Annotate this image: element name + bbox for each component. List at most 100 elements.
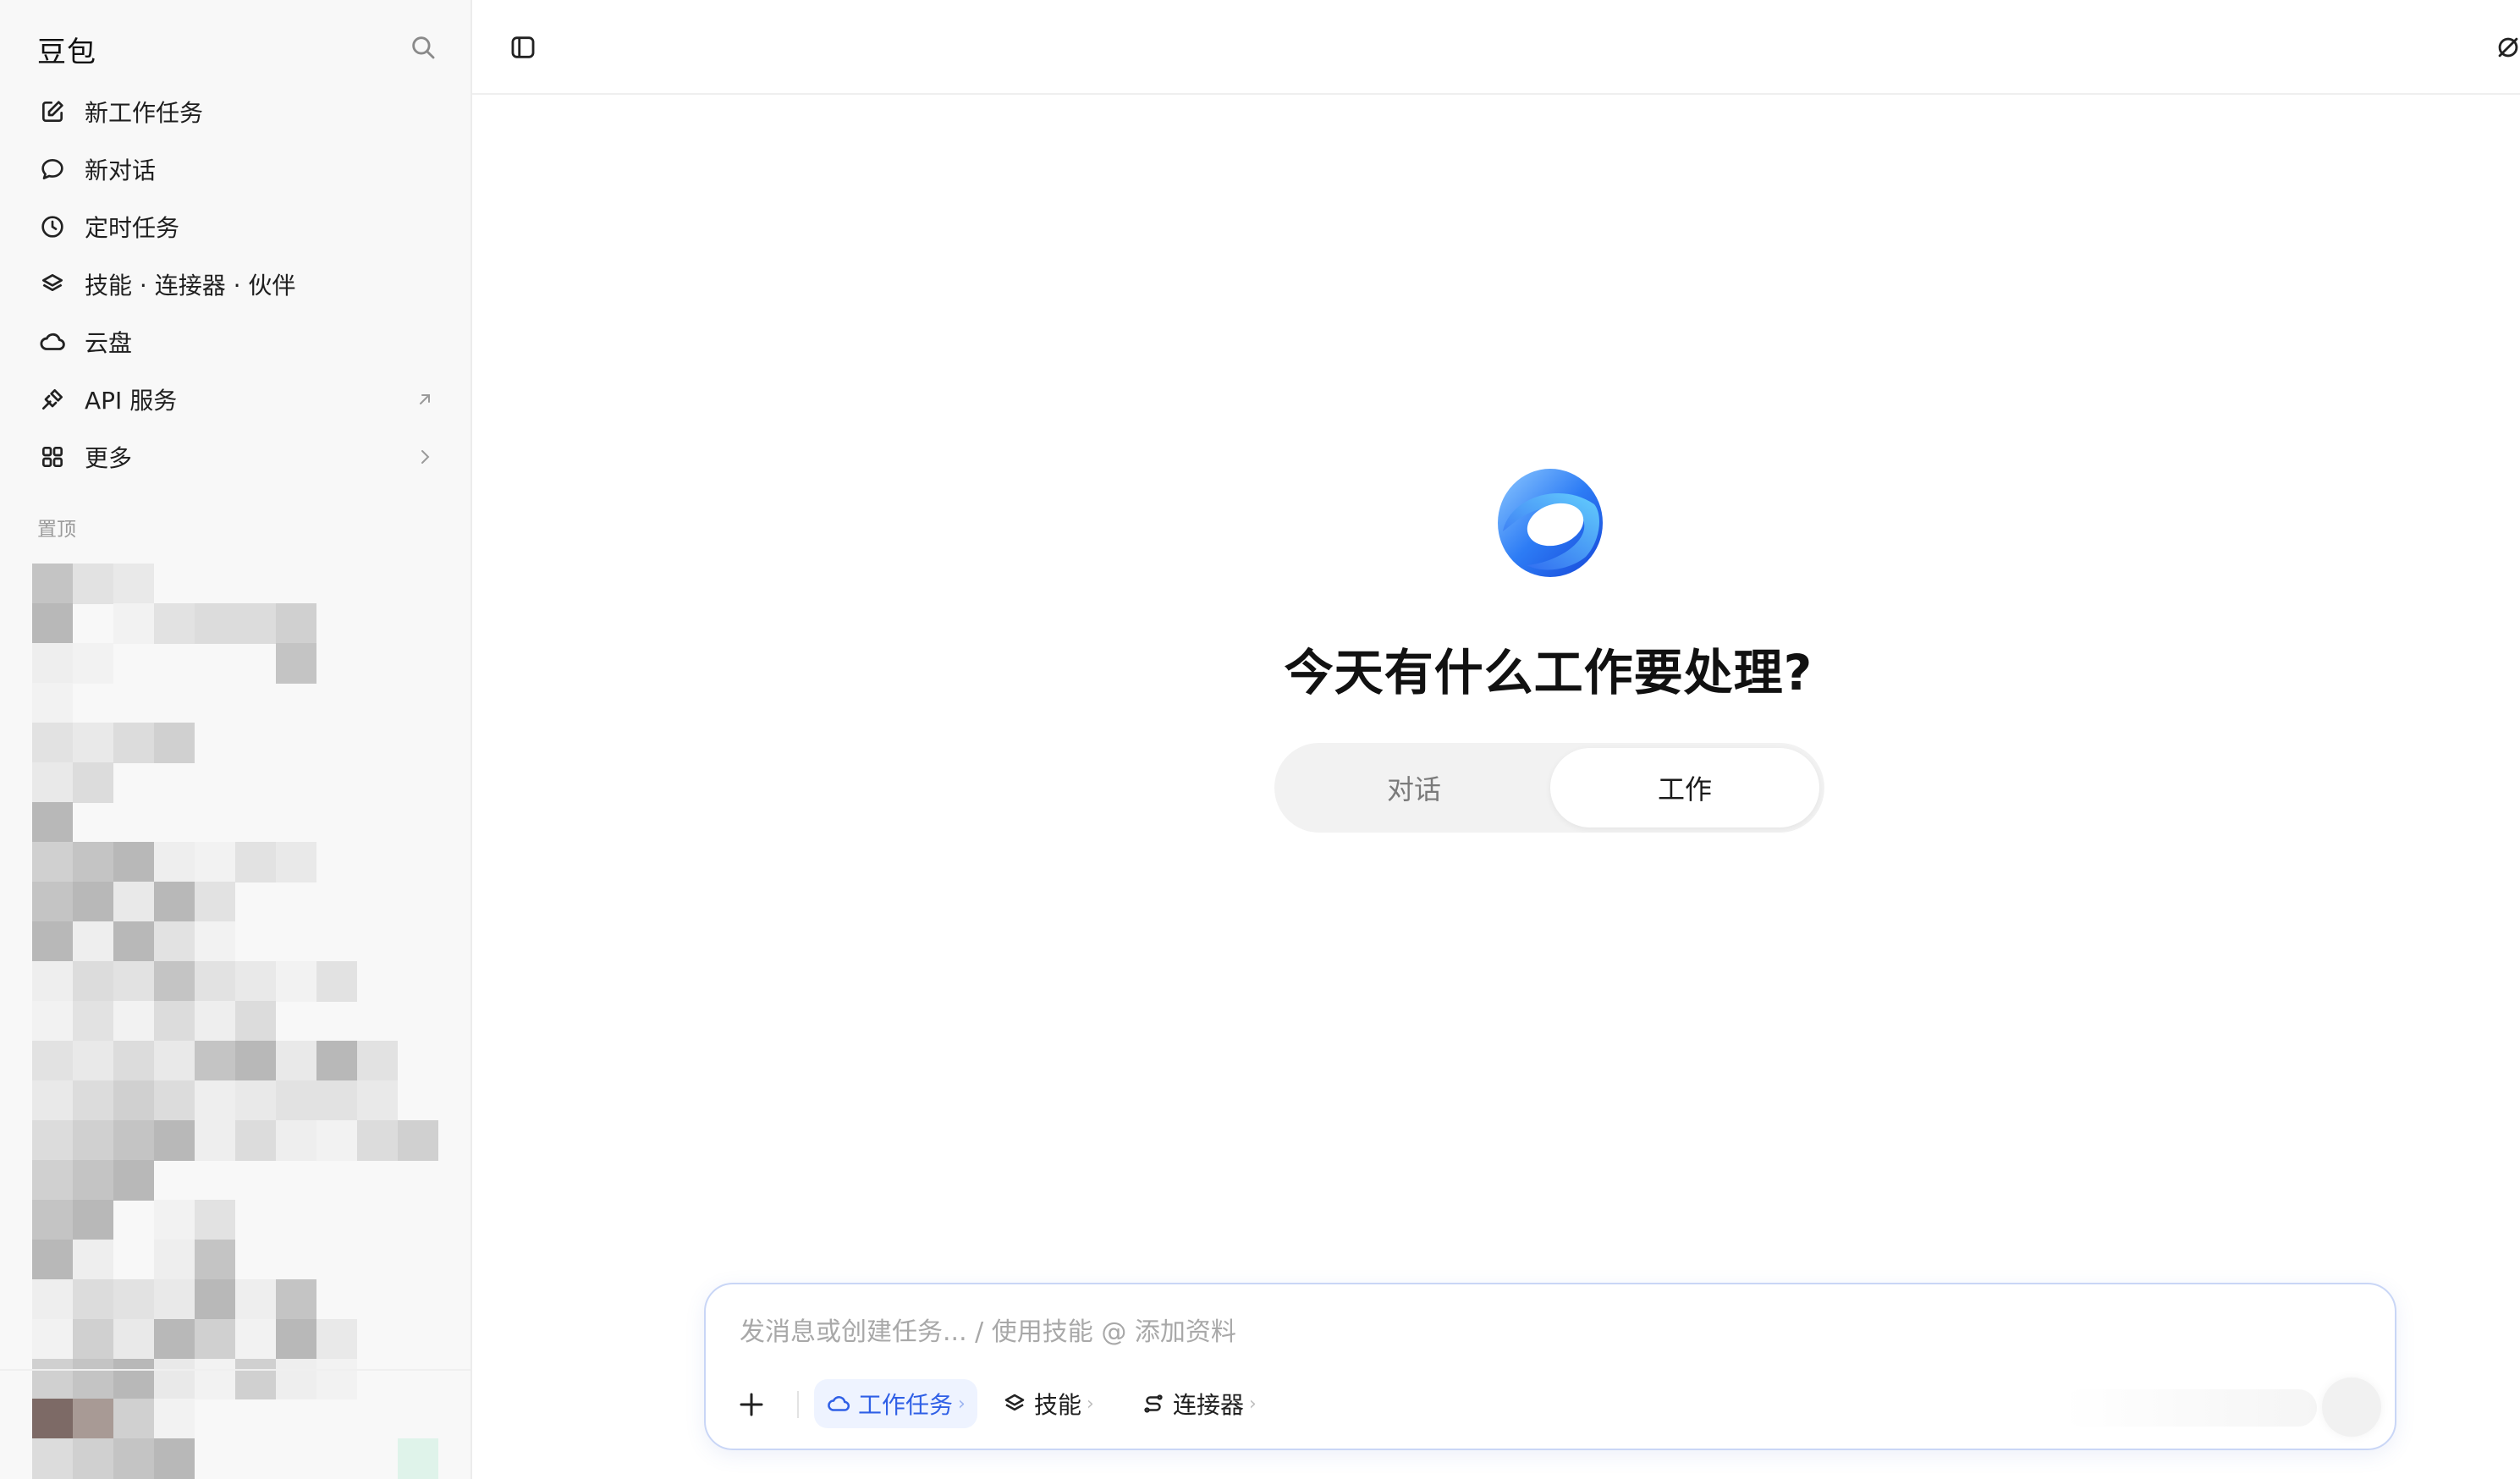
- mode-switch: 对话 工作: [1274, 743, 1824, 833]
- composer: 工作任务 › 技能 › 连接器 ›: [704, 1283, 2396, 1450]
- tab-chat[interactable]: 对话: [1279, 748, 1549, 827]
- blur-tile: [32, 1080, 73, 1121]
- blur-tile: [113, 603, 154, 644]
- tab-work[interactable]: 工作: [1550, 748, 1819, 827]
- blur-tile: [73, 1041, 113, 1081]
- sidebar-item-label: 新工作任务: [85, 99, 204, 127]
- plug-icon: [37, 384, 68, 415]
- blur-tile: [113, 842, 154, 882]
- blur-tile: [154, 1279, 195, 1320]
- sidebar-item-label: API 服务: [85, 387, 178, 415]
- blur-tile: [32, 1001, 73, 1042]
- sidebar-item-label: 云盘: [85, 329, 133, 357]
- sidebar-item-new-chat[interactable]: 新对话: [24, 144, 452, 195]
- sidebar-item-api-service[interactable]: API 服务: [24, 374, 452, 425]
- blur-tile: [235, 842, 276, 882]
- blur-tile: [73, 961, 113, 1002]
- cloud-icon: [37, 327, 68, 357]
- add-attachment-icon[interactable]: [728, 1381, 775, 1428]
- blur-tile: [73, 1359, 113, 1399]
- blur-tile: [276, 1041, 316, 1081]
- chevron-right-icon: ›: [958, 1393, 966, 1415]
- blur-tile: [276, 842, 316, 882]
- sidebar-item-new-work-task[interactable]: 新工作任务: [24, 86, 452, 137]
- connector-chip[interactable]: 连接器 ›: [1129, 1379, 1268, 1428]
- blur-tile: [32, 1319, 73, 1360]
- blur-tile: [154, 842, 195, 882]
- blur-tile: [276, 961, 316, 1002]
- blur-tile: [32, 603, 73, 644]
- blur-tile: [113, 1120, 154, 1161]
- sidebar: 豆包 新工作任务 新对话 定时任务 技能 · 连接器 · 伙伴 云盘 API 服…: [0, 0, 472, 1479]
- blur-tile: [113, 1279, 154, 1320]
- work-task-chip[interactable]: 工作任务 ›: [814, 1379, 977, 1428]
- blur-tile: [154, 1438, 195, 1479]
- blur-tile: [235, 1041, 276, 1081]
- top-bar: [472, 0, 2520, 95]
- blur-tile: [113, 961, 154, 1002]
- composer-actions: [2063, 1372, 2385, 1440]
- blur-tile: [154, 1080, 195, 1121]
- blur-tile: [195, 1319, 235, 1360]
- sidebar-item-more[interactable]: 更多: [24, 432, 452, 482]
- blur-tile: [195, 921, 235, 962]
- blur-tile: [154, 882, 195, 922]
- blur-tile: [73, 762, 113, 803]
- chevron-right-icon: [410, 442, 440, 472]
- blur-tile: [113, 882, 154, 922]
- blur-tile: [195, 1359, 235, 1399]
- sidebar-item-label: 技能 · 连接器 · 伙伴: [85, 272, 296, 300]
- blur-tile: [113, 564, 154, 604]
- blur-tile: [32, 1041, 73, 1081]
- blur-tile: [154, 1399, 195, 1439]
- blur-tile: [73, 1080, 113, 1121]
- app-logo: [1493, 464, 1608, 582]
- chevron-right-icon: ›: [1087, 1393, 1094, 1415]
- blur-tile: [235, 961, 276, 1002]
- composer-actions-blurred: [2063, 1389, 2317, 1427]
- blur-tile: [32, 961, 73, 1002]
- blur-tile: [73, 1399, 113, 1439]
- blur-tile: [276, 1120, 316, 1161]
- blur-tile: [276, 1279, 316, 1320]
- blur-tile: [154, 1120, 195, 1161]
- sidebar-item-scheduled-tasks[interactable]: 定时任务: [24, 201, 452, 252]
- pinned-conversation-list-blurred: [32, 564, 442, 1479]
- blur-tile: [113, 1041, 154, 1081]
- blur-tile: [73, 1240, 113, 1280]
- blur-tile: [73, 1001, 113, 1042]
- blur-tile: [316, 1041, 357, 1081]
- blur-tile: [195, 1080, 235, 1121]
- blur-tile: [73, 1319, 113, 1360]
- blur-tile: [316, 1080, 357, 1121]
- search-icon[interactable]: [406, 30, 440, 64]
- chip-label: 工作任务: [858, 1391, 954, 1419]
- feedback-icon[interactable]: [2490, 29, 2520, 66]
- cloud-icon: [826, 1391, 851, 1416]
- blur-tile: [32, 762, 73, 803]
- app-brand: 豆包: [37, 36, 96, 69]
- blur-tile: [32, 723, 73, 763]
- blur-tile: [316, 961, 357, 1002]
- send-button[interactable]: [2322, 1377, 2381, 1437]
- blur-tile: [73, 1120, 113, 1161]
- blur-tile: [195, 1041, 235, 1081]
- blur-tile: [73, 723, 113, 763]
- blur-tile: [154, 723, 195, 763]
- blur-tile: [357, 1120, 398, 1161]
- blur-tile: [73, 643, 113, 684]
- chat-bubble-icon: [37, 154, 68, 184]
- blur-tile: [195, 842, 235, 882]
- sidebar-toggle-icon[interactable]: [504, 29, 542, 66]
- blur-tile: [32, 921, 73, 962]
- blur-tile: [73, 1200, 113, 1240]
- external-arrow-icon: [410, 384, 440, 415]
- blur-tile: [73, 882, 113, 922]
- sidebar-item-cloud-drive[interactable]: 云盘: [24, 316, 452, 367]
- skill-chip[interactable]: 技能 ›: [990, 1379, 1106, 1428]
- message-input[interactable]: [738, 1310, 2095, 1354]
- blur-tile: [154, 603, 195, 644]
- blur-tile: [113, 1080, 154, 1121]
- sidebar-item-label: 定时任务: [85, 214, 180, 242]
- sidebar-item-skills-connectors-partners[interactable]: 技能 · 连接器 · 伙伴: [24, 259, 452, 310]
